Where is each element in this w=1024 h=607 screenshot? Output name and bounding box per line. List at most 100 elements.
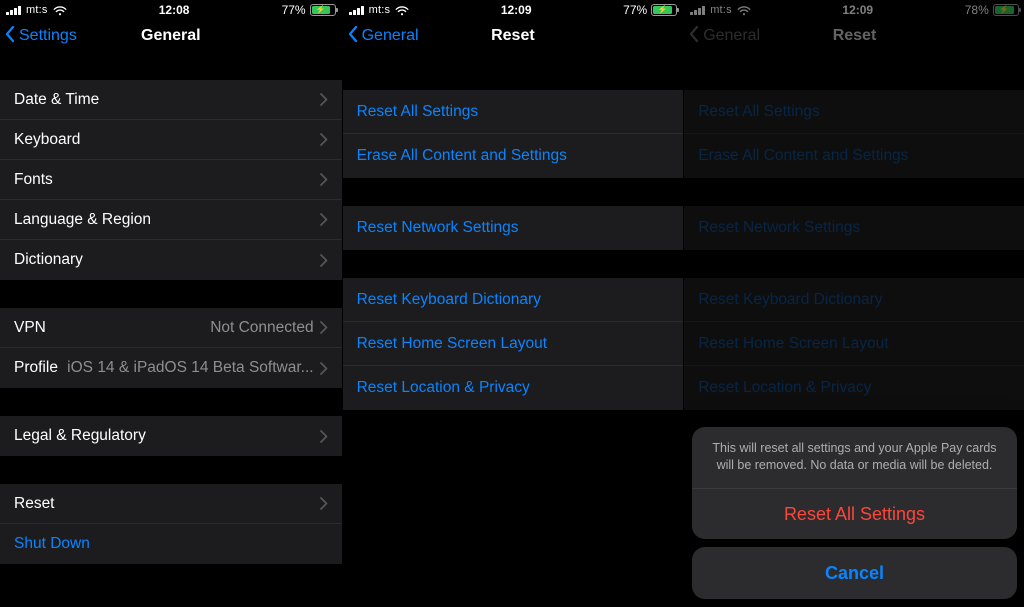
chevron-left-icon: [4, 25, 16, 48]
battery-percent: 77%: [282, 3, 306, 17]
status-left: mt:s: [6, 4, 67, 16]
phone-screen-1: mt:s 12:09 77% ⚡ GeneralReset Reset All Setti…: [342, 0, 684, 607]
row-label: Profile: [14, 359, 58, 377]
nav-bar: General Reset: [684, 18, 1024, 54]
row-value: Not Connected: [210, 319, 313, 337]
list-section: Reset Shut Down: [0, 484, 342, 564]
status-time: 12:09: [842, 3, 873, 17]
row-label: Reset Keyboard Dictionary: [357, 291, 541, 309]
chevron-right-icon: [320, 93, 328, 106]
wifi-icon: [395, 5, 409, 15]
row-label: VPN: [14, 319, 46, 337]
list-section: Reset Network Settings: [684, 206, 1024, 250]
row-label: Fonts: [14, 171, 53, 189]
chevron-left-icon: [347, 25, 359, 48]
phone-screen-0: mt:s 12:08 77% ⚡ Settings General Date & Time K…: [0, 0, 342, 607]
list-section: Reset Network Settings: [343, 206, 684, 250]
row-label: Reset Location & Privacy: [357, 379, 530, 397]
list-row[interactable]: Reset Network Settings: [343, 206, 684, 250]
list-section: Reset All Settings Erase All Content and …: [343, 90, 684, 178]
list-row[interactable]: Dictionary: [0, 240, 342, 280]
wifi-icon: [737, 5, 751, 15]
nav-title: General: [141, 27, 201, 45]
list-row: Reset Keyboard Dictionary: [684, 278, 1024, 322]
back-label: General: [703, 27, 760, 45]
list-section: Date & Time Keyboard Fonts Language & Regio…: [0, 80, 342, 280]
status-bar: mt:s 12:08 77% ⚡: [0, 0, 342, 18]
signal-icon: [6, 5, 21, 15]
signal-icon: [690, 5, 705, 15]
row-label: Dictionary: [14, 251, 83, 269]
list-row[interactable]: Language & Region: [0, 200, 342, 240]
carrier-label: mt:s: [710, 4, 732, 16]
list-row[interactable]: Reset Keyboard Dictionary: [343, 278, 684, 322]
list-row[interactable]: Reset Location & Privacy: [343, 366, 684, 410]
wifi-icon: [53, 5, 67, 15]
chevron-right-icon: [320, 362, 328, 375]
status-left: mt:s: [690, 4, 751, 16]
row-value: iOS 14 & iPadOS 14 Beta Softwar...: [67, 359, 313, 377]
chevron-right-icon: [320, 173, 328, 186]
status-right: 77% ⚡: [282, 3, 336, 17]
list-section: Reset Keyboard Dictionary Reset Home Scre…: [343, 278, 684, 410]
battery-percent: 77%: [623, 3, 647, 17]
list-row[interactable]: Legal & Regulatory: [0, 416, 342, 456]
list-row[interactable]: Profile iOS 14 & iPadOS 14 Beta Softwar..…: [0, 348, 342, 388]
list-row[interactable]: Shut Down: [0, 524, 342, 564]
list-row[interactable]: Reset Home Screen Layout: [343, 322, 684, 366]
carrier-label: mt:s: [26, 4, 48, 16]
list-row[interactable]: Fonts: [0, 160, 342, 200]
battery-icon: ⚡: [993, 4, 1019, 16]
row-label: Reset: [14, 495, 55, 513]
list-row: Reset Home Screen Layout: [684, 322, 1024, 366]
nav-bar: Settings General: [0, 18, 342, 54]
battery-icon: ⚡: [651, 4, 677, 16]
chevron-left-icon: [688, 25, 700, 48]
signal-icon: [349, 5, 364, 15]
list-row[interactable]: Reset: [0, 484, 342, 524]
status-right: 78% ⚡: [965, 3, 1019, 17]
status-bar: mt:s 12:09 77% ⚡: [343, 0, 684, 18]
row-label: Reset Home Screen Layout: [357, 335, 547, 353]
row-label: Erase All Content and Settings: [698, 147, 908, 165]
list-row[interactable]: Erase All Content and Settings: [343, 134, 684, 178]
row-label: Date & Time: [14, 91, 99, 109]
battery-icon: ⚡: [310, 4, 336, 16]
back-button[interactable]: General: [347, 18, 419, 54]
sheet-cancel-button[interactable]: Cancel: [692, 547, 1017, 599]
status-left: mt:s: [349, 4, 410, 16]
row-label: Reset Network Settings: [698, 219, 860, 237]
row-label: Reset Location & Privacy: [698, 379, 871, 397]
back-button[interactable]: Settings: [4, 18, 77, 54]
status-right: 77% ⚡: [623, 3, 677, 17]
row-label: Keyboard: [14, 131, 80, 149]
chevron-right-icon: [320, 133, 328, 146]
battery-percent: 78%: [965, 3, 989, 17]
chevron-right-icon: [320, 254, 328, 267]
list-section: VPN Not Connected Profile iOS 14 & iPadOS 1…: [0, 308, 342, 388]
back-label: General: [362, 27, 419, 45]
row-label: Reset Keyboard Dictionary: [698, 291, 882, 309]
list-section: Reset All Settings Erase All Content and …: [684, 90, 1024, 178]
sheet-message: This will reset all settings and your Ap…: [692, 427, 1017, 489]
list-row[interactable]: Keyboard: [0, 120, 342, 160]
list-row[interactable]: Reset All Settings: [343, 90, 684, 134]
chevron-right-icon: [320, 213, 328, 226]
row-label: Erase All Content and Settings: [357, 147, 567, 165]
row-label: Reset Home Screen Layout: [698, 335, 888, 353]
list-row: Reset All Settings: [684, 90, 1024, 134]
back-label: Settings: [19, 27, 77, 45]
list-row: Erase All Content and Settings: [684, 134, 1024, 178]
list-row[interactable]: Date & Time: [0, 80, 342, 120]
list-row[interactable]: VPN Not Connected: [0, 308, 342, 348]
row-label: Reset All Settings: [357, 103, 478, 121]
sheet-destructive-button[interactable]: Reset All Settings: [692, 489, 1017, 539]
status-bar: mt:s 12:09 78% ⚡: [684, 0, 1024, 18]
status-time: 12:08: [159, 3, 190, 17]
back-button: General: [688, 18, 760, 54]
nav-title: Reset: [833, 27, 877, 45]
row-label: Reset Network Settings: [357, 219, 519, 237]
nav-bar: GeneralReset: [343, 18, 684, 54]
status-time: 12:09: [501, 3, 532, 17]
row-label: Shut Down: [14, 535, 90, 553]
